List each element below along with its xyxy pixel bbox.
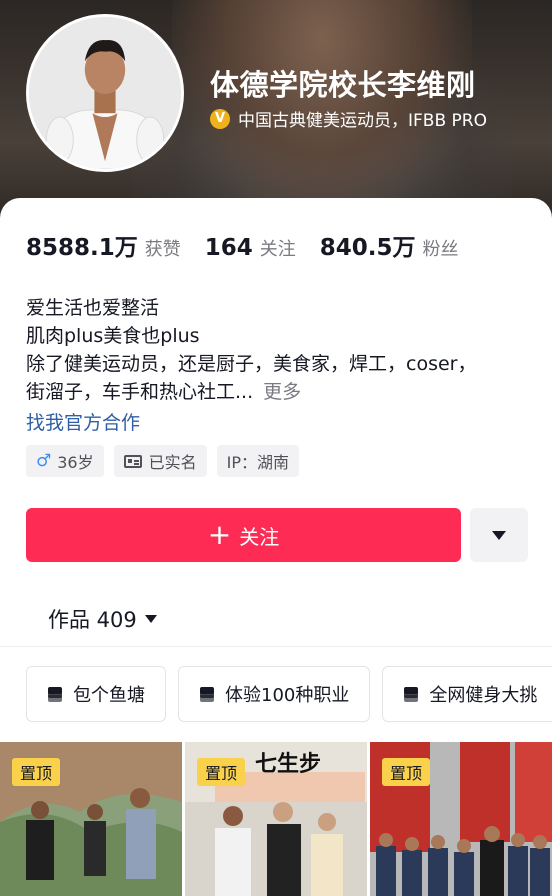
- layers-icon: [199, 686, 217, 702]
- profile-name: 体德学院校长李维刚: [210, 68, 476, 102]
- bio: 爱生活也爱整活 肌肉plus美食也plus 除了健美运动员，还是厨子，美食家，焊…: [26, 294, 536, 406]
- bio-line-text: 街溜子，车手和热心社工...: [26, 381, 254, 403]
- video-thumbnail[interactable]: 置顶 七生步: [185, 742, 367, 896]
- collection-chip[interactable]: 体验100种职业: [178, 666, 371, 722]
- pinned-badge: 置顶: [197, 758, 246, 786]
- profile-header: 体德学院校长李维刚 V 中国古典健美运动员，IFBB PRO: [0, 0, 552, 220]
- shop-sign-text: 七生步: [255, 751, 322, 777]
- video-thumbnail[interactable]: 置顶: [370, 742, 552, 896]
- age-tag: ♂ 36岁: [26, 445, 104, 477]
- stats-row: 8588.1万 获赞 164 关注 840.5万 粉丝: [26, 228, 483, 262]
- collection-chip[interactable]: 全网健身大挑: [382, 666, 552, 722]
- pinned-badge: 置顶: [12, 758, 61, 786]
- works-tab[interactable]: 作品 409: [48, 604, 157, 634]
- verified-v-icon: V: [210, 108, 230, 129]
- followers-label[interactable]: 粉丝: [423, 235, 459, 261]
- follow-label: 关注: [239, 524, 280, 549]
- ip-text: IP：湖南: [226, 453, 290, 472]
- follow-button[interactable]: + 关注: [26, 508, 461, 562]
- bio-line: 除了健美运动员，还是厨子，美食家，焊工，coser，: [26, 353, 477, 375]
- followers-count[interactable]: 840.5万: [320, 228, 416, 262]
- ip-tag: IP：湖南: [216, 445, 300, 477]
- age-text: 36岁: [57, 453, 94, 472]
- collection-label: 全网健身大挑: [429, 685, 538, 706]
- divider: [0, 646, 552, 647]
- bio-line-last: 街溜子，车手和热心社工... 更多: [26, 378, 536, 406]
- avatar[interactable]: [26, 14, 184, 172]
- profile-tags: ♂ 36岁 已实名 IP：湖南: [26, 445, 300, 477]
- layers-icon: [47, 686, 65, 702]
- layers-icon: [403, 686, 421, 702]
- pinned-badge: 置顶: [382, 758, 431, 786]
- likes-label: 获赞: [144, 239, 181, 260]
- video-thumbnail[interactable]: 置顶: [0, 742, 182, 896]
- plus-icon: +: [207, 518, 232, 551]
- collection-chip[interactable]: 包个鱼塘: [26, 666, 166, 722]
- avatar-image: [29, 17, 181, 169]
- id-card-icon: [123, 454, 142, 468]
- official-collab-link[interactable]: 找我官方合作: [26, 408, 140, 435]
- likes-count: 8588.1万: [26, 235, 138, 261]
- following-count[interactable]: 164: [205, 235, 253, 261]
- bio-more-link[interactable]: 更多: [263, 381, 301, 403]
- male-icon: ♂: [36, 451, 52, 471]
- more-options-button[interactable]: [470, 508, 528, 562]
- video-grid: 置顶 置顶 七生步 置顶: [0, 742, 552, 896]
- bio-line: 爱生活也爱整活: [26, 297, 160, 319]
- bio-line: 肌肉plus美食也plus: [26, 325, 200, 347]
- caret-down-icon: [144, 615, 157, 623]
- collections-row: 包个鱼塘 体验100种职业 全网健身大挑: [26, 666, 552, 722]
- following-label[interactable]: 关注: [260, 235, 296, 261]
- verification-line: V 中国古典健美运动员，IFBB PRO: [210, 106, 487, 131]
- works-label: 作品 409: [48, 608, 137, 632]
- dropdown-triangle-icon: [492, 530, 506, 540]
- collection-label: 包个鱼塘: [73, 685, 145, 706]
- collection-label: 体验100种职业: [225, 685, 350, 706]
- realname-tag: 已实名: [113, 445, 207, 477]
- verification-text: 中国古典健美运动员，IFBB PRO: [238, 111, 487, 131]
- realname-text: 已实名: [148, 453, 197, 472]
